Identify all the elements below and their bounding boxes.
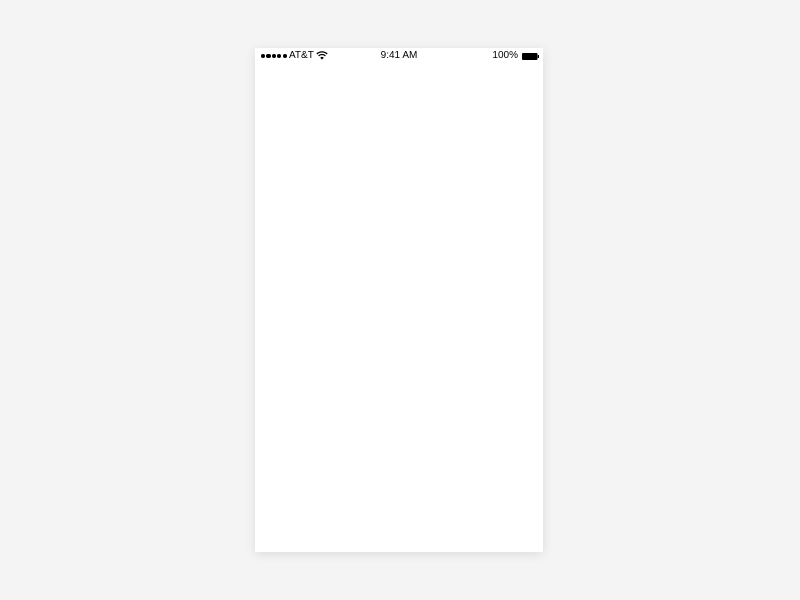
app-content-area [255,64,543,552]
status-bar: AT&T 9:41 AM 100% [255,48,543,64]
battery-icon [522,52,539,60]
battery-percentage: 100% [492,50,518,61]
phone-screen: AT&T 9:41 AM 100% [255,48,543,552]
